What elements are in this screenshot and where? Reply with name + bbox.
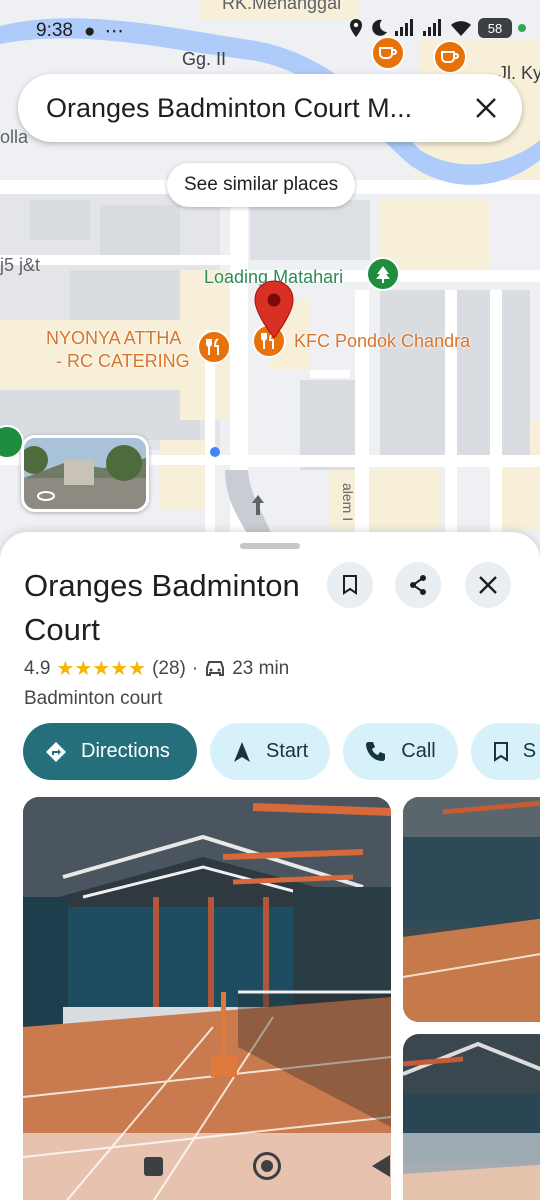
close-sheet-button[interactable] (465, 562, 511, 608)
share-icon (410, 575, 426, 595)
review-count[interactable]: (28) (152, 658, 186, 680)
rating-value: 4.9 (24, 657, 51, 679)
directions-label: Directions (81, 740, 170, 762)
drive-time: 23 min (232, 657, 290, 679)
bookmark-icon (343, 575, 357, 595)
street-view-thumbnail[interactable] (21, 435, 149, 512)
save-chip-button[interactable]: S (470, 723, 540, 780)
map-label-nyonya-1[interactable]: NYONYA ATTHA (46, 327, 181, 349)
action-chips: Directions Start Call S (23, 723, 540, 780)
call-button[interactable]: Call (343, 723, 458, 780)
star-rating-icon: ★★★★★ (56, 658, 147, 680)
road-arrow-icon (252, 495, 264, 515)
close-icon[interactable] (468, 90, 504, 126)
signal-icon (423, 19, 441, 36)
bookmark-icon (493, 741, 508, 762)
map-label-salem: alem I (340, 483, 356, 522)
save-button[interactable] (327, 562, 373, 608)
privacy-indicator (518, 24, 526, 32)
close-icon (479, 576, 497, 594)
map-label-kfc[interactable]: KFC Pondok Chandra (294, 330, 470, 352)
wifi-icon (451, 21, 471, 36)
place-sheet[interactable]: Oranges Badminton Court 4.9 ★★★★★ (28) ·… (0, 532, 540, 1200)
car-icon (206, 660, 225, 676)
status-time: 9:38 (36, 20, 73, 41)
search-input[interactable]: Oranges Badminton Court M... (46, 93, 446, 124)
call-label: Call (401, 740, 436, 762)
location-icon (350, 19, 362, 37)
place-category: Badminton court (24, 688, 163, 709)
battery-icon: 58 (478, 18, 512, 38)
search-bar[interactable]: Oranges Badminton Court M... (18, 74, 522, 142)
directions-button[interactable]: Directions (23, 723, 197, 780)
drag-handle[interactable] (240, 543, 300, 549)
map-label-nyonya-2[interactable]: - RC CATERING (56, 350, 190, 372)
notification-icons: ● ⋯ (84, 21, 126, 42)
start-button[interactable]: Start (210, 723, 331, 780)
start-label: Start (266, 740, 309, 762)
location-pin-icon[interactable] (253, 280, 295, 340)
see-similar-places-button[interactable]: See similar places (167, 163, 356, 207)
map-label-j5jt: j5 j&t (0, 255, 41, 275)
restaurant-icon[interactable] (197, 330, 231, 364)
phone-icon (366, 741, 386, 761)
street-view-icon (24, 438, 146, 509)
status-bar: 9:38 ● ⋯ 58 (0, 0, 540, 64)
rating-row: 4.9 ★★★★★ (28) · 23 min (24, 656, 289, 681)
recents-icon[interactable] (144, 1157, 163, 1176)
signal-icon (395, 19, 413, 36)
system-nav-bar (0, 1133, 540, 1200)
navigation-arrow-icon (234, 741, 250, 762)
separator: · (191, 657, 199, 679)
current-location-dot (210, 447, 220, 457)
directions-icon (46, 741, 66, 762)
place-photo[interactable] (403, 797, 540, 1022)
save-label: S (522, 740, 537, 762)
park-icon[interactable] (366, 257, 400, 291)
moon-icon (372, 19, 387, 36)
place-title: Oranges Badminton Court (24, 568, 300, 647)
home-icon[interactable] (253, 1152, 281, 1180)
map-view[interactable]: RK.Menanggal Gg. II Jl. Ky olla j5 j&t L… (0, 0, 540, 560)
share-button[interactable] (395, 562, 441, 608)
map-label-olla: olla (0, 127, 29, 147)
back-icon[interactable] (372, 1155, 390, 1177)
